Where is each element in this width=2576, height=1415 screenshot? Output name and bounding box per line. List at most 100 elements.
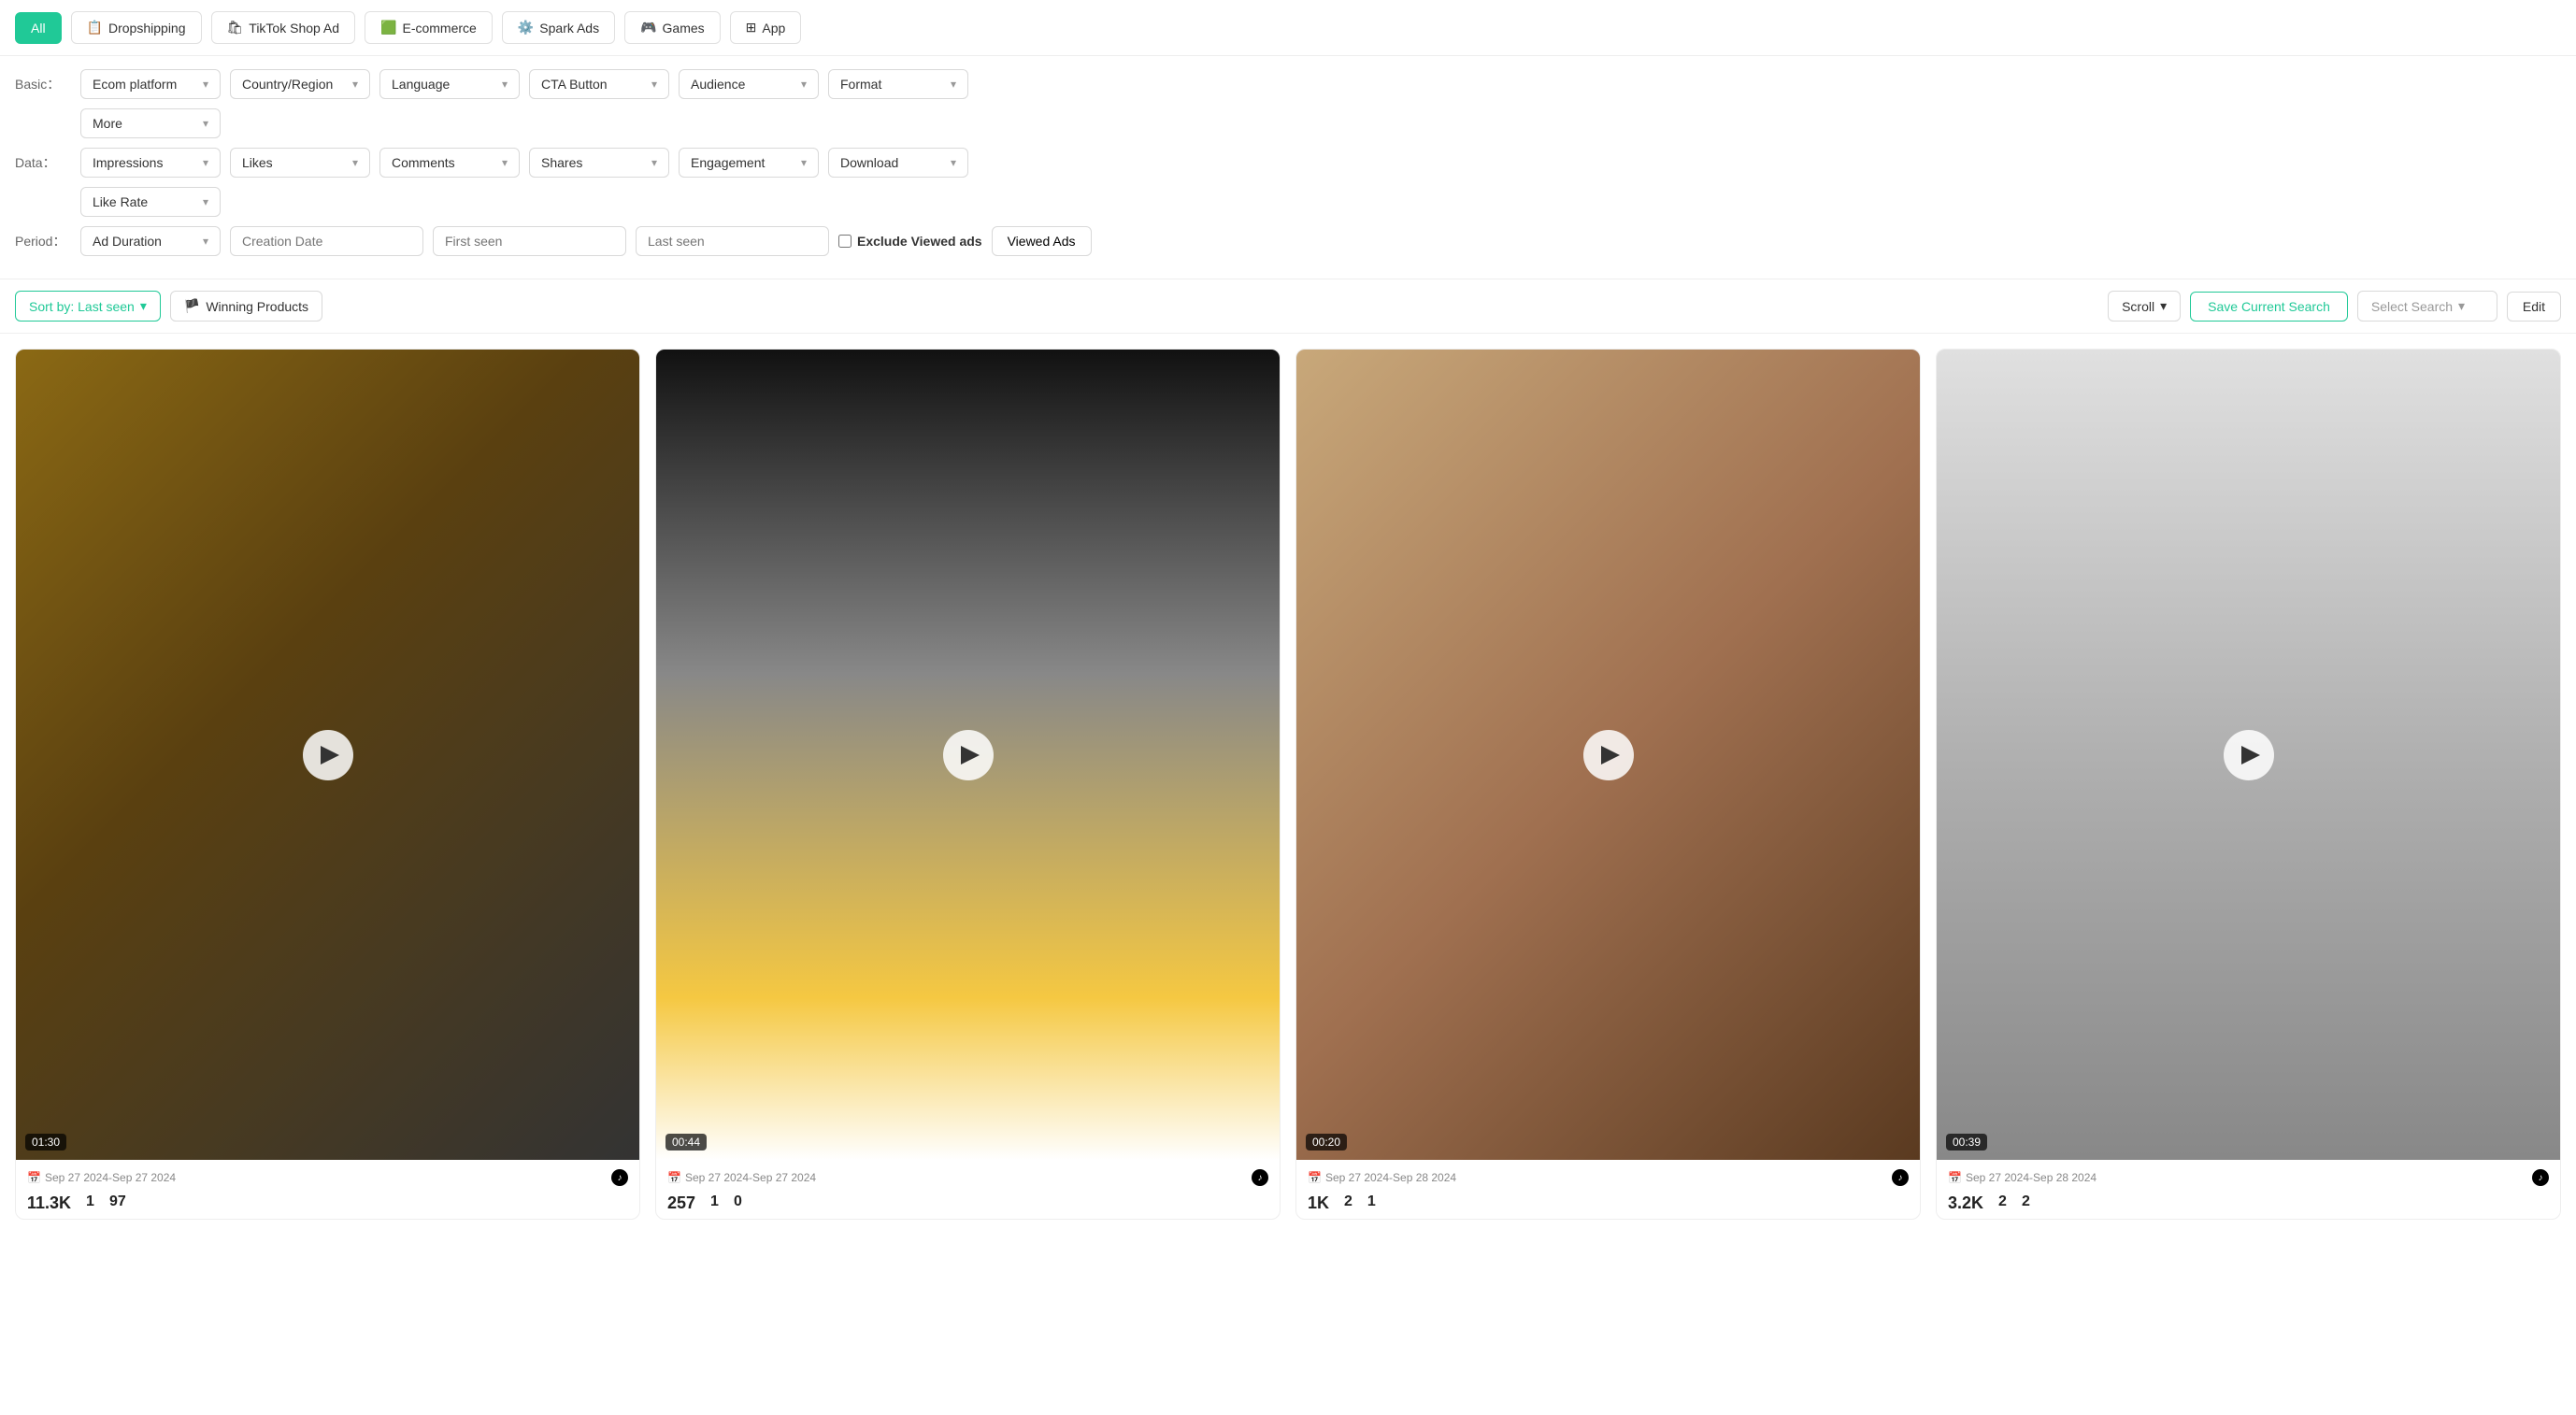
exclude-label: Exclude Viewed ads bbox=[857, 234, 982, 249]
country-region-dropdown[interactable]: Country/Region ▾ bbox=[230, 69, 370, 99]
card-date-row: 📅 Sep 27 2024-Sep 27 2024 ♪ bbox=[667, 1169, 1268, 1186]
card-stats: 3.2K 2 2 bbox=[1948, 1193, 2549, 1213]
play-button[interactable] bbox=[1583, 730, 1634, 780]
play-button[interactable] bbox=[2224, 730, 2274, 780]
basic-filter-row-2: More ▾ bbox=[15, 108, 2561, 138]
play-icon bbox=[961, 746, 980, 765]
play-button[interactable] bbox=[943, 730, 994, 780]
format-dropdown[interactable]: Format ▾ bbox=[828, 69, 968, 99]
chevron-down-icon: ▾ bbox=[352, 156, 358, 169]
chevron-down-icon: ▾ bbox=[2458, 298, 2465, 314]
play-icon bbox=[1601, 746, 1620, 765]
chevron-down-icon: ▾ bbox=[801, 78, 807, 91]
stat-views: 3.2K bbox=[1948, 1193, 1983, 1213]
filters-section: Basic： Ecom platform ▾ Country/Region ▾ … bbox=[0, 56, 2576, 279]
stat-views: 257 bbox=[667, 1193, 695, 1213]
stat-likes: 1 bbox=[86, 1193, 94, 1213]
scroll-button[interactable]: Scroll ▾ bbox=[2108, 291, 2181, 322]
data-filter-row-2: Like Rate ▾ bbox=[15, 187, 2561, 217]
calendar-icon: 📅 bbox=[1948, 1171, 1962, 1184]
tab-tiktok-label: TikTok Shop Ad bbox=[249, 21, 339, 36]
first-seen-input[interactable] bbox=[433, 226, 626, 256]
chevron-down-icon: ▾ bbox=[651, 156, 657, 169]
tab-dropshipping-icon: 📋 bbox=[87, 20, 103, 36]
list-item: 00:39 📅 Sep 27 2024-Sep 28 2024 ♪ 3.2K 2… bbox=[1936, 349, 2561, 1220]
download-dropdown[interactable]: Download ▾ bbox=[828, 148, 968, 178]
duration-badge: 00:44 bbox=[665, 1134, 707, 1151]
duration-badge: 00:20 bbox=[1306, 1134, 1347, 1151]
chevron-down-icon: ▾ bbox=[203, 195, 208, 208]
card-date: 📅 Sep 27 2024-Sep 27 2024 bbox=[667, 1171, 816, 1184]
tiktok-icon: ♪ bbox=[1892, 1169, 1909, 1186]
play-button[interactable] bbox=[303, 730, 353, 780]
creation-date-input[interactable] bbox=[230, 226, 423, 256]
last-seen-input[interactable] bbox=[636, 226, 829, 256]
edit-button[interactable]: Edit bbox=[2507, 292, 2561, 322]
impressions-dropdown[interactable]: Impressions ▾ bbox=[80, 148, 221, 178]
shares-dropdown[interactable]: Shares ▾ bbox=[529, 148, 669, 178]
card-bg bbox=[1296, 350, 1920, 1160]
language-dropdown[interactable]: Language ▾ bbox=[379, 69, 520, 99]
tab-spark-ads[interactable]: ⚙️ Spark Ads bbox=[502, 11, 615, 44]
chevron-down-icon: ▾ bbox=[951, 156, 956, 169]
likes-dropdown[interactable]: Likes ▾ bbox=[230, 148, 370, 178]
tab-spark-label: Spark Ads bbox=[539, 21, 599, 36]
card-footer: 📅 Sep 27 2024-Sep 28 2024 ♪ 3.2K 2 2 bbox=[1937, 1160, 2560, 1219]
more-dropdown[interactable]: More ▾ bbox=[80, 108, 221, 138]
tiktok-icon: ♪ bbox=[611, 1169, 628, 1186]
viewed-ads-button[interactable]: Viewed Ads bbox=[992, 226, 1092, 256]
card-bg bbox=[656, 350, 1280, 1160]
play-icon bbox=[2241, 746, 2260, 765]
card-thumbnail[interactable]: 00:20 bbox=[1296, 350, 1920, 1160]
engagement-dropdown[interactable]: Engagement ▾ bbox=[679, 148, 819, 178]
winning-label: Winning Products bbox=[206, 299, 308, 314]
stat-comments: 1 bbox=[1367, 1193, 1376, 1213]
select-search-button[interactable]: Select Search ▾ bbox=[2357, 291, 2497, 322]
tab-dropshipping-label: Dropshipping bbox=[108, 21, 186, 36]
sort-button[interactable]: Sort by: Last seen ▾ bbox=[15, 291, 161, 322]
toolbar: Sort by: Last seen ▾ 🏴 Winning Products … bbox=[0, 279, 2576, 334]
tab-ecommerce-icon: 🟩 bbox=[380, 20, 396, 36]
toolbar-right: Scroll ▾ Save Current Search Select Sear… bbox=[2108, 291, 2561, 322]
card-thumbnail[interactable]: 00:39 bbox=[1937, 350, 2560, 1160]
flag-icon: 🏴 bbox=[184, 298, 200, 314]
card-date-row: 📅 Sep 27 2024-Sep 27 2024 ♪ bbox=[27, 1169, 628, 1186]
tab-app[interactable]: ⊞ App bbox=[730, 11, 802, 44]
card-bg bbox=[16, 350, 639, 1160]
tab-ecommerce-label: E-commerce bbox=[402, 21, 476, 36]
tab-all[interactable]: All bbox=[15, 12, 62, 44]
comments-dropdown[interactable]: Comments ▾ bbox=[379, 148, 520, 178]
chevron-down-icon: ▾ bbox=[651, 78, 657, 91]
audience-dropdown[interactable]: Audience ▾ bbox=[679, 69, 819, 99]
save-current-search-button[interactable]: Save Current Search bbox=[2190, 292, 2348, 322]
tab-tiktok-icon: 🛍 bbox=[227, 20, 244, 36]
chevron-down-icon: ▾ bbox=[951, 78, 956, 91]
data-label: Data： bbox=[15, 153, 71, 172]
card-date: 📅 Sep 27 2024-Sep 28 2024 bbox=[1308, 1171, 1456, 1184]
exclude-viewed-ads-checkbox[interactable] bbox=[838, 235, 852, 248]
card-thumbnail[interactable]: 01:30 bbox=[16, 350, 639, 1160]
exclude-viewed-ads-checkbox-label[interactable]: Exclude Viewed ads bbox=[838, 234, 982, 249]
tab-dropshipping[interactable]: 📋 Dropshipping bbox=[71, 11, 202, 44]
ad-duration-dropdown[interactable]: Ad Duration ▾ bbox=[80, 226, 221, 256]
tiktok-icon: ♪ bbox=[1252, 1169, 1268, 1186]
like-rate-dropdown[interactable]: Like Rate ▾ bbox=[80, 187, 221, 217]
tab-tiktok-shop[interactable]: 🛍 TikTok Shop Ad bbox=[211, 11, 356, 44]
card-stats: 11.3K 1 97 bbox=[27, 1193, 628, 1213]
winning-products-button[interactable]: 🏴 Winning Products bbox=[170, 291, 322, 322]
card-thumbnail[interactable]: 00:44 bbox=[656, 350, 1280, 1160]
cta-button-dropdown[interactable]: CTA Button ▾ bbox=[529, 69, 669, 99]
tab-bar: All 📋 Dropshipping 🛍 TikTok Shop Ad 🟩 E-… bbox=[0, 0, 2576, 56]
ecom-platform-dropdown[interactable]: Ecom platform ▾ bbox=[80, 69, 221, 99]
tab-games[interactable]: 🎮 Games bbox=[624, 11, 721, 44]
stat-views: 11.3K bbox=[27, 1193, 71, 1213]
stat-comments: 0 bbox=[734, 1193, 742, 1213]
card-date: 📅 Sep 27 2024-Sep 27 2024 bbox=[27, 1171, 176, 1184]
stat-likes: 2 bbox=[1998, 1193, 2007, 1213]
tab-ecommerce[interactable]: 🟩 E-commerce bbox=[365, 11, 493, 44]
tiktok-icon: ♪ bbox=[2532, 1169, 2549, 1186]
chevron-down-icon: ▾ bbox=[203, 235, 208, 248]
card-footer: 📅 Sep 27 2024-Sep 27 2024 ♪ 11.3K 1 97 bbox=[16, 1160, 639, 1219]
list-item: 01:30 📅 Sep 27 2024-Sep 27 2024 ♪ 11.3K … bbox=[15, 349, 640, 1220]
calendar-icon: 📅 bbox=[1308, 1171, 1322, 1184]
